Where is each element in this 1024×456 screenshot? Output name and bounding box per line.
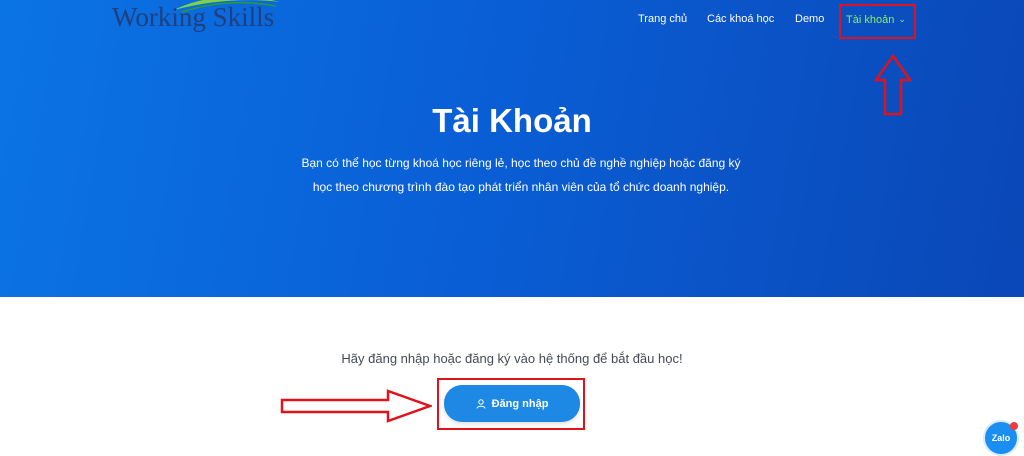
account-highlight-box xyxy=(839,4,916,39)
login-button[interactable]: Đăng nhập xyxy=(444,385,580,422)
page-title: Tài Khoản xyxy=(432,102,592,139)
nav-item-courses[interactable]: Các khoá học xyxy=(707,12,774,26)
hero-banner: Working Skills Trang chủ Các khoá học De… xyxy=(0,0,1024,297)
login-button-label: Đăng nhập xyxy=(491,397,549,410)
hero-description: Bạn có thể học từng khoá học riêng lẻ, h… xyxy=(301,156,741,194)
user-icon xyxy=(476,398,486,409)
login-prompt: Hãy đăng nhập hoặc đăng ký vào hệ thống … xyxy=(341,351,683,366)
nav-item-demo[interactable]: Demo xyxy=(795,12,824,26)
zalo-icon: Zalo xyxy=(991,433,1011,443)
zalo-chat-button[interactable]: Zalo xyxy=(983,420,1019,456)
right-arrow-annotation xyxy=(280,389,432,423)
notification-dot xyxy=(1010,422,1018,430)
nav-item-home[interactable]: Trang chủ xyxy=(638,12,687,26)
